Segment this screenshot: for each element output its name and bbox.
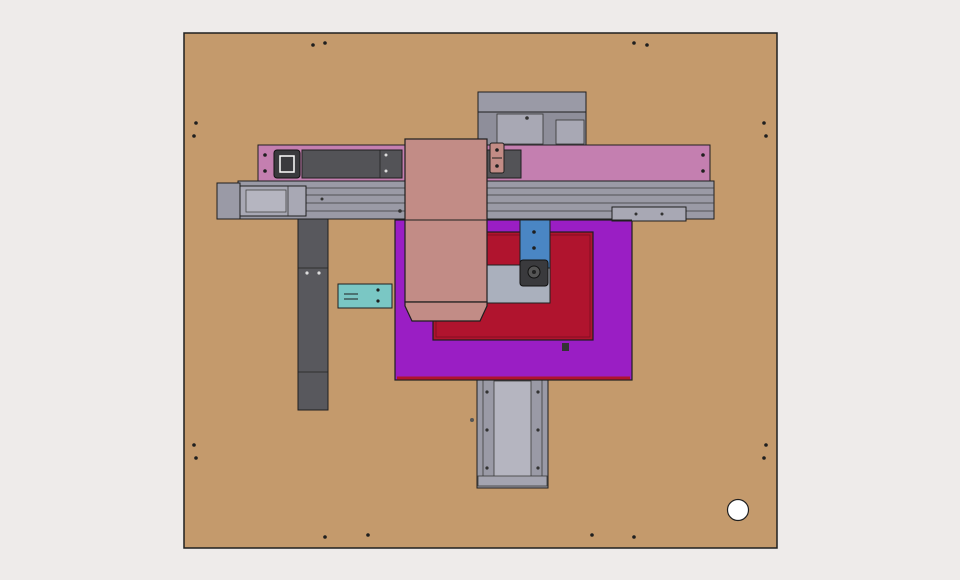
y-axis-motor-top bbox=[477, 91, 587, 147]
fixture-tab bbox=[562, 343, 569, 351]
column-body bbox=[297, 211, 329, 411]
teal-screw bbox=[376, 299, 380, 303]
bracket-screw bbox=[384, 153, 388, 157]
mount-hole bbox=[632, 535, 636, 539]
mount-hole bbox=[645, 43, 649, 47]
carriage-tip bbox=[404, 301, 488, 322]
x-rail-slider bbox=[611, 206, 687, 222]
x-axis-motor bbox=[216, 182, 307, 220]
mount-hole bbox=[194, 456, 198, 460]
blue-plate-screw bbox=[532, 246, 536, 250]
mount-hole bbox=[192, 443, 196, 447]
mount-hole bbox=[323, 41, 327, 45]
mount-hole bbox=[764, 443, 768, 447]
motor-body bbox=[477, 91, 587, 115]
rail-screw bbox=[536, 428, 540, 432]
mount-hole bbox=[192, 134, 196, 138]
beam-screw bbox=[263, 153, 267, 157]
sensor-lens-center bbox=[532, 270, 536, 274]
mount-hole bbox=[366, 533, 370, 537]
rail-screw bbox=[536, 390, 540, 394]
coupling-block bbox=[245, 189, 287, 213]
rail-screw bbox=[470, 418, 474, 422]
slider-screw bbox=[660, 212, 664, 216]
large-through-hole bbox=[726, 498, 750, 522]
teal-component bbox=[337, 283, 393, 309]
blue-plate-screw bbox=[532, 230, 536, 234]
motor-block-a bbox=[496, 113, 544, 145]
column-screw bbox=[317, 271, 321, 275]
rail-screw bbox=[485, 390, 489, 394]
y-rail-channel bbox=[493, 380, 532, 486]
motor-housing bbox=[216, 182, 241, 220]
beam-screw bbox=[701, 153, 705, 157]
carriage-screw bbox=[495, 148, 499, 152]
column-screw bbox=[305, 271, 309, 275]
beam-end-block bbox=[273, 149, 301, 179]
motor-screw bbox=[525, 116, 529, 120]
teal-body bbox=[337, 283, 393, 309]
slider-screw bbox=[634, 212, 638, 216]
cad-top-view bbox=[0, 0, 960, 580]
motor-block-b bbox=[555, 119, 585, 145]
mount-hole bbox=[194, 121, 198, 125]
mount-hole bbox=[590, 533, 594, 537]
teal-screw bbox=[376, 288, 380, 292]
mount-hole bbox=[762, 456, 766, 460]
rail-screw bbox=[398, 209, 402, 213]
y-axis-rail-lower bbox=[470, 377, 549, 489]
rail-screw bbox=[320, 197, 324, 201]
beam-screw bbox=[263, 169, 267, 173]
y-rail-end-cap bbox=[477, 475, 548, 487]
support-column bbox=[297, 211, 329, 411]
mount-hole bbox=[764, 134, 768, 138]
mount-hole bbox=[323, 535, 327, 539]
carriage-screw bbox=[495, 164, 499, 168]
mount-hole bbox=[632, 41, 636, 45]
rail-screw bbox=[485, 466, 489, 470]
rail-screw bbox=[485, 428, 489, 432]
beam-screw bbox=[701, 169, 705, 173]
mount-hole bbox=[762, 121, 766, 125]
rail-screw bbox=[536, 466, 540, 470]
mount-hole bbox=[311, 43, 315, 47]
bracket-screw bbox=[384, 169, 388, 173]
